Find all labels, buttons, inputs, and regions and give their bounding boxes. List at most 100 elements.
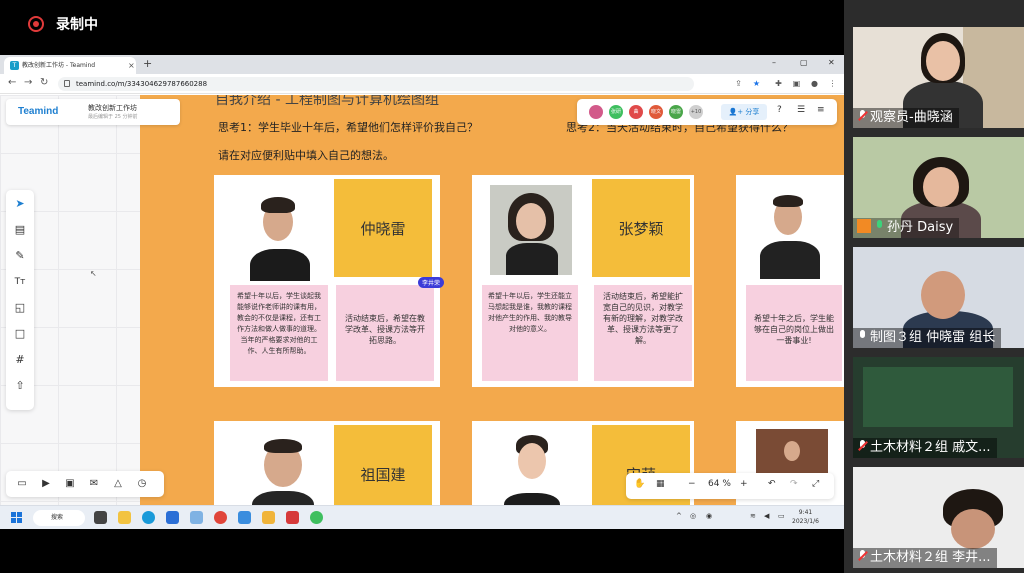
vote-icon[interactable]: △ (110, 476, 126, 492)
minimize-button[interactable]: – (772, 58, 776, 67)
store-icon[interactable] (166, 511, 179, 524)
back-icon[interactable]: ← (8, 77, 16, 88)
teamind-logo[interactable]: Teamind (18, 106, 58, 117)
upload-tool-icon[interactable]: ⇧ (12, 378, 28, 394)
search-label: 搜索 (51, 514, 64, 521)
battery-icon[interactable]: ▭ (778, 512, 785, 520)
file-explorer-icon[interactable] (118, 511, 131, 524)
think-question-1: 思考1：学生毕业十年后，希望他们怎样评价我自己？ (218, 121, 478, 134)
collaborator-avatar[interactable] (589, 105, 603, 119)
video-tile[interactable]: 土木材料２组 戚文... (853, 357, 1024, 458)
profile-icon[interactable]: ● (810, 79, 819, 88)
mic-active-icon (874, 220, 884, 232)
app-icon[interactable] (262, 511, 275, 524)
sticky-note[interactable]: 希望十年以后，学生谈起我能够说作老师讲的课有用，教会的不仅是课程，还有工作方法和… (230, 285, 328, 381)
text-tool-icon[interactable]: Tт (12, 274, 28, 290)
url-text: teamind.co/m/334304629787660288 (76, 80, 208, 88)
taskbar-search[interactable]: 搜索 (33, 510, 85, 526)
record-icon[interactable] (28, 16, 44, 32)
collaborator-avatar[interactable]: 曲 (629, 105, 643, 119)
windows-taskbar: 搜索 ^ ◎ ◉ ≋ ◀ ▭ 9:41 2023/1/6 (0, 505, 844, 529)
participant-name-label: 制图３组 仲晓雷 组长 (853, 328, 1002, 348)
whiteboard-canvas[interactable]: 自我介绍 - 工程制图与计算机绘图组 思考1：学生毕业十年后，希望他们怎样评价我… (140, 95, 844, 505)
video-tile[interactable]: 制图３组 仲晓雷 组长 (853, 247, 1024, 348)
undo-icon[interactable]: ↶ (768, 479, 776, 489)
sticky-note-tool-icon[interactable]: ◱ (12, 300, 28, 316)
sticky-note[interactable]: 希望十年之后，学生能够在自己的岗位上做出一番事业! (746, 285, 842, 381)
video-tile[interactable]: 观察员-曲晓涵 (853, 27, 1024, 128)
participant-name-label: 观察员-曲晓涵 (853, 108, 959, 128)
wechat-icon[interactable] (310, 511, 323, 524)
share-button[interactable]: 👤+ 分享 (721, 104, 767, 120)
url-field[interactable]: teamind.co/m/334304629787660288 (58, 77, 694, 91)
name-sticky[interactable]: 祖国建 (334, 425, 432, 505)
clock-date: 2023/1/6 (792, 518, 819, 525)
app-icon[interactable] (190, 511, 203, 524)
map-icon[interactable]: ▦ (656, 479, 665, 489)
edge-icon[interactable] (142, 511, 155, 524)
video-tile[interactable]: 土木材料２组 李井... (853, 467, 1024, 568)
speaker-icon[interactable]: ◀ (764, 512, 769, 520)
collaborator-cursor-label: 李井荣 (418, 277, 445, 288)
template-tool-icon[interactable]: ▤ (12, 222, 28, 238)
name-sticky[interactable]: 仲晓雷 (334, 179, 432, 277)
video-tile[interactable]: 孙丹 Daisy (853, 137, 1024, 238)
zoom-level: 64 % (708, 479, 731, 489)
extensions-icon[interactable]: ✚ (774, 79, 783, 88)
reload-icon[interactable]: ↻ (40, 77, 48, 88)
timer-icon[interactable]: ◷ (134, 476, 150, 492)
lock-icon (64, 80, 70, 87)
windows-start-icon[interactable] (11, 512, 23, 524)
wifi-icon[interactable]: ≋ (750, 512, 756, 520)
more-menu-icon[interactable]: ⋮ (828, 79, 837, 88)
profile-card: 希望十年之后，学生能够在自己的岗位上做出一番事业! (736, 175, 844, 387)
frame-tool-icon[interactable]: # (12, 352, 28, 368)
help-icon[interactable]: ? (777, 105, 782, 115)
close-window-button[interactable]: ✕ (828, 58, 835, 67)
settings-sliders-icon[interactable]: ≡ (817, 105, 825, 115)
task-view-icon[interactable] (94, 511, 107, 524)
screen: { "recording": { "label": "录制中" }, "brow… (0, 0, 1024, 573)
redo-icon[interactable]: ↷ (790, 479, 798, 489)
tray-icon[interactable]: ◉ (706, 512, 712, 520)
video-icon[interactable]: ▭ (14, 476, 30, 492)
more-collaborators-badge[interactable]: +10 (689, 105, 703, 119)
collaborator-avatar[interactable]: 张研 (609, 105, 623, 119)
collaborator-avatar[interactable]: 晓雷 (669, 105, 683, 119)
browser-tab[interactable]: T 教改创新工作坊 - Teamind × (4, 57, 136, 74)
bookmark-star-icon[interactable]: ★ (752, 79, 761, 88)
profile-photo (242, 435, 324, 505)
select-tool-icon[interactable]: ➤ (12, 196, 28, 212)
participants-panel: 观察员-曲晓涵 孙丹 Daisy 制图３组 仲晓雷 组长 土木材料２组 戚文..… (844, 0, 1024, 573)
share-page-icon[interactable]: ⇪ (734, 79, 743, 88)
fullscreen-icon[interactable]: ⤢ (812, 479, 819, 489)
sticky-note[interactable]: 活动结束后，希望能扩宽自己的见识，对教学有新的理解，对教学改革、授课方法等更了解… (594, 285, 692, 381)
tray-icon[interactable]: ◎ (690, 512, 696, 520)
sidepanel-icon[interactable]: ▣ (792, 79, 801, 88)
shape-tool-icon[interactable]: □ (12, 326, 28, 342)
new-tab-button[interactable]: + (143, 58, 152, 70)
screen-share-icon[interactable]: ▣ (62, 476, 78, 492)
forward-icon[interactable]: → (24, 77, 32, 88)
instruction-text: 请在对应便利贴中填入自己的想法。 (218, 149, 394, 162)
list-icon[interactable]: ☰ (797, 105, 805, 115)
pen-tool-icon[interactable]: ✎ (12, 248, 28, 264)
zoom-in-button[interactable]: + (740, 479, 748, 489)
collaborator-avatar[interactable]: 晓文 (649, 105, 663, 119)
participant-name: 制图３组 仲晓雷 组长 (870, 330, 996, 345)
board-title[interactable]: 教改创新工作坊 (88, 103, 137, 113)
zoom-out-button[interactable]: − (688, 479, 696, 489)
present-icon[interactable]: ▶ (38, 476, 54, 492)
tray-chevron-icon[interactable]: ^ (676, 512, 682, 520)
wps-icon[interactable] (286, 511, 299, 524)
name-sticky[interactable]: 张梦颖 (592, 179, 690, 277)
tab-close-icon[interactable]: × (128, 57, 135, 74)
comment-icon[interactable]: ✉ (86, 476, 102, 492)
sticky-note[interactable]: 希望十年以后，学生还能立马想起我是谁，我教的课程对他产生的作用、我的教导对他的意… (482, 285, 578, 381)
sticky-note[interactable]: 活动结束后，希望在教学改革、授课方法等开拓思路。 (336, 285, 434, 381)
chrome-icon[interactable] (214, 511, 227, 524)
hand-tool-icon[interactable]: ✋ (634, 479, 645, 489)
system-clock[interactable]: 9:41 2023/1/6 (792, 508, 819, 526)
maximize-button[interactable]: ▢ (800, 58, 808, 67)
tencent-meeting-icon[interactable] (238, 511, 251, 524)
